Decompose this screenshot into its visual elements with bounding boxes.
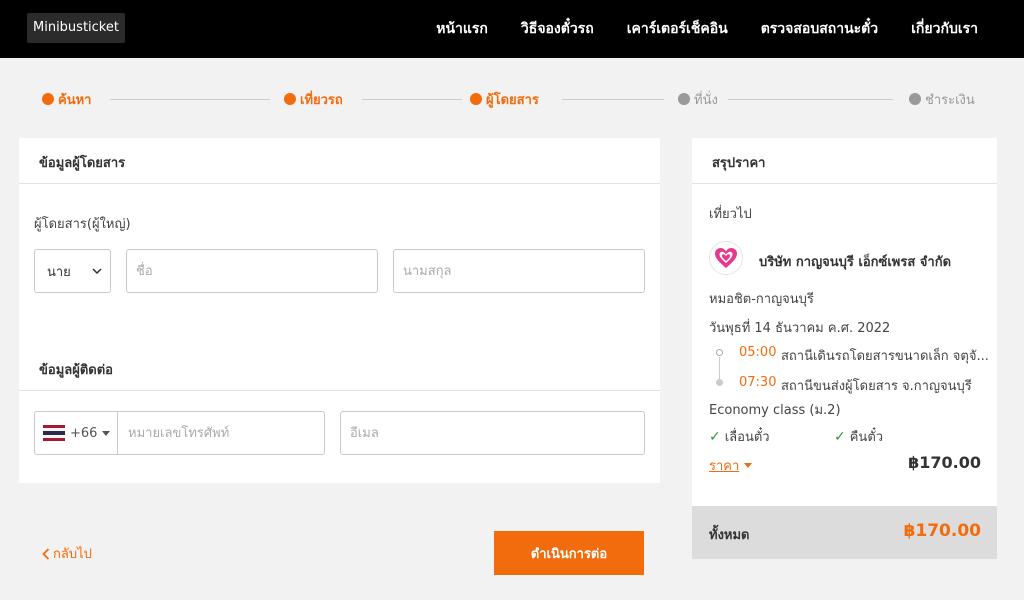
step-trip: เที่ยวรถ <box>284 86 343 112</box>
phone-input[interactable] <box>119 412 324 454</box>
price-value: ฿170.00 <box>908 453 981 472</box>
operator-logo <box>709 241 743 275</box>
last-name-input[interactable] <box>394 250 644 292</box>
total-row: ทั้งหมด ฿170.00 <box>692 506 997 559</box>
timeline-start-dot <box>716 349 723 356</box>
total-value: ฿170.00 <box>903 521 981 541</box>
top-navigation-bar: Minibusticket หน้าแรก วิธีจองตั๋วรถ เคาร… <box>0 0 1024 58</box>
trip-direction: เที่ยวไป <box>709 207 752 222</box>
passenger-type-label: ผู้โดยสาร(ผู้ใหญ่) <box>34 217 131 232</box>
divider <box>692 183 997 184</box>
price-summary-card: สรุปราคา เที่ยวไป บริษัท กาญจนบุรี เอ็กซ… <box>692 138 997 559</box>
passenger-section-title: ข้อมูลผู้โดยสาร <box>39 156 126 171</box>
check-icon: ✓ <box>834 428 846 445</box>
step-passenger: ผู้โดยสาร <box>470 86 539 112</box>
country-code-select[interactable]: +66 <box>35 412 118 454</box>
reschedule-feature: ✓ เลื่อนตั๋ว <box>709 426 770 447</box>
first-name-input[interactable] <box>127 250 377 292</box>
step-connector <box>110 99 270 100</box>
arrive-station: สถานีขนส่งผู้โดยสาร จ.กาญจนบุรี <box>781 379 972 394</box>
timeline-end-dot <box>716 379 723 386</box>
chevron-left-icon <box>42 547 50 560</box>
caret-down-icon <box>102 430 111 436</box>
step-label: ค้นหา <box>58 92 92 108</box>
site-logo[interactable]: Minibusticket <box>27 13 125 43</box>
check-icon: ✓ <box>709 428 721 445</box>
last-name-field[interactable] <box>393 249 645 293</box>
main-nav: หน้าแรก วิธีจองตั๋วรถ เคาร์เตอร์เช็คอิน … <box>436 0 978 58</box>
divider <box>19 390 660 391</box>
booking-steps: ค้นหา เที่ยวรถ ผู้โดยสาร ที่นั่ง ชำระเงิ… <box>42 86 975 112</box>
seat-class: Economy class (ม.2) <box>709 403 841 418</box>
step-dot-icon <box>678 93 690 105</box>
depart-time: 05:00 <box>739 345 777 360</box>
operator-name: บริษัท กาญจนบุรี เอ็กซ์เพรส จำกัด <box>759 255 952 270</box>
depart-station: สถานีเดินรถโดยสารขนาดเล็ก จตุจั... <box>781 349 989 364</box>
email-field[interactable] <box>340 411 645 455</box>
step-payment: ชำระเงิน <box>909 86 975 112</box>
step-dot-icon <box>42 93 54 105</box>
step-connector <box>362 99 462 100</box>
nav-ticket-status[interactable]: ตรวจสอบสถานะตั๋ว <box>761 18 878 40</box>
timeline-line <box>719 357 720 379</box>
back-link[interactable]: กลับไป <box>42 543 92 564</box>
refund-label: คืนตั๋ว <box>849 430 884 445</box>
passenger-form-card: ข้อมูลผู้โดยสาร ผู้โดยสาร(ผู้ใหญ่) นาย ข… <box>19 138 660 483</box>
travel-date: วันพุธที่ 14 ธันวาคม ค.ศ. 2022 <box>709 321 891 336</box>
price-label: ราคา <box>709 459 740 474</box>
thailand-flag-icon <box>43 425 65 441</box>
country-code-value: +66 <box>70 425 98 441</box>
step-seat: ที่นั่ง <box>678 86 718 112</box>
nav-about[interactable]: เกี่ยวกับเรา <box>911 18 978 40</box>
nav-how-to-book[interactable]: วิธีจองตั๋วรถ <box>521 18 594 40</box>
step-search: ค้นหา <box>42 86 91 112</box>
contact-section-title: ข้อมูลผู้ติดต่อ <box>39 363 113 378</box>
nav-home[interactable]: หน้าแรก <box>436 18 488 40</box>
nav-checkin-counter[interactable]: เคาร์เตอร์เช็คอิน <box>627 18 728 40</box>
step-connector <box>728 99 893 100</box>
arrive-time: 07:30 <box>739 375 777 390</box>
chevron-down-icon <box>92 268 102 274</box>
summary-title: สรุปราคา <box>712 156 766 171</box>
first-name-field[interactable] <box>126 249 378 293</box>
email-input[interactable] <box>341 412 644 454</box>
title-select[interactable]: นาย <box>34 249 111 293</box>
step-label: เที่ยวรถ <box>300 92 343 108</box>
step-dot-icon <box>909 93 921 105</box>
step-dot-icon <box>284 93 296 105</box>
step-label: ที่นั่ง <box>694 92 718 108</box>
phone-field[interactable]: +66 <box>34 411 325 455</box>
title-select-value: นาย <box>47 264 71 280</box>
price-details-toggle[interactable]: ราคา <box>709 455 753 476</box>
step-label: ชำระเงิน <box>925 92 975 108</box>
step-label: ผู้โดยสาร <box>486 92 539 108</box>
route-name: หมอชิต-กาญจนบุรี <box>709 292 814 307</box>
refund-feature: ✓ คืนตั๋ว <box>834 426 883 447</box>
back-label: กลับไป <box>53 547 92 562</box>
divider <box>19 183 660 184</box>
step-dot-icon <box>470 93 482 105</box>
continue-button[interactable]: ดำเนินการต่อ <box>494 531 644 575</box>
reschedule-label: เลื่อนตั๋ว <box>724 430 770 445</box>
heart-logo-icon <box>715 248 737 268</box>
total-label: ทั้งหมด <box>709 528 750 543</box>
caret-down-icon <box>744 463 753 468</box>
step-connector <box>562 99 664 100</box>
